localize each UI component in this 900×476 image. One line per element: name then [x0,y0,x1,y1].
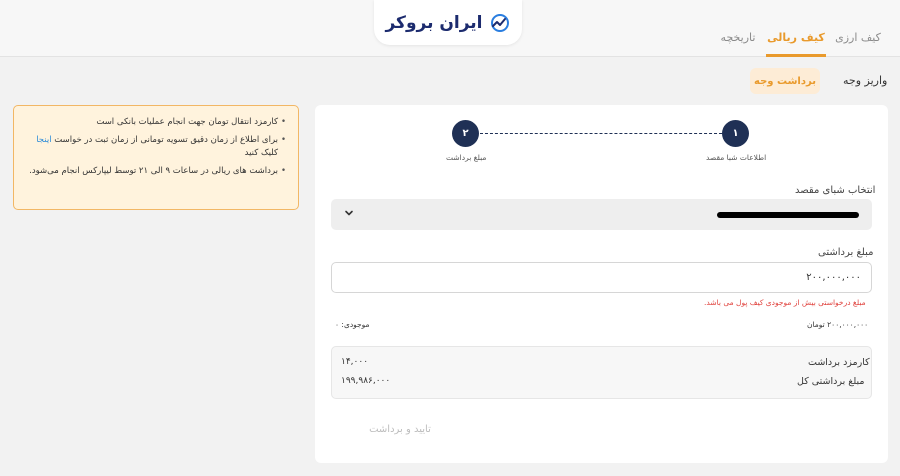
sheba-select[interactable] [331,199,872,230]
tab-history[interactable]: تاریخچه [713,21,763,57]
brand-name: ایران بروکر [385,12,483,33]
total-label: مبلغ برداشتی کل [797,376,865,387]
withdraw-button[interactable]: برداشت وجه [750,68,820,94]
withdraw-summary [331,346,872,399]
notice-item: برای اطلاع از زمان دقیق تسویه تومانی از … [26,134,286,160]
confirm-withdraw-button[interactable]: تایید و برداشت [360,419,440,441]
amount-input[interactable]: ۲۰۰,۰۰۰,۰۰۰ [331,262,872,293]
brand-logo[interactable]: ایران بروکر [374,0,522,45]
notice-item: کارمزد انتقال تومان جهت انجام عملیات بان… [26,116,286,129]
step-2-circle: ۲ [452,120,479,147]
amount-in-toman: ۲۰۰,۰۰۰,۰۰۰ تومان [807,320,869,329]
notice-box: کارمزد انتقال تومان جهت انجام عملیات بان… [13,105,299,210]
amount-error: مبلغ درخواستی بیش از موجودی کیف پول می ب… [704,298,866,307]
step-1-label: اطلاعات شبا مقصد [706,153,767,162]
brand-chart-icon [490,13,509,32]
step-1-circle: ۱ [722,120,749,147]
sheba-label: انتخاب شبای مقصد [795,185,876,196]
masked-sheba-value [717,212,859,218]
chevron-down-icon [345,210,353,216]
tab-crypto-wallet[interactable]: کیف ارزی [830,21,886,57]
fee-value: ۱۴,۰۰۰ [341,357,369,367]
deposit-link[interactable]: واریز وجه [843,74,887,87]
total-value: ۱۹۹,۹۸۶,۰۰۰ [341,376,391,386]
fee-label: کارمزد برداشت [808,357,870,368]
tab-rial-wallet[interactable]: کیف ریالی [766,21,826,57]
step-2-label: مبلغ برداشت [446,153,487,162]
amount-label: مبلغ برداشتی [818,247,874,258]
stepper-line [480,133,722,134]
notice-item: برداشت های ریالی در ساعات ۹ الی ۲۱ توسط … [26,165,286,178]
balance-text: موجودی: ۰ [335,320,370,329]
notice-link-here[interactable]: اینجا [36,135,51,145]
